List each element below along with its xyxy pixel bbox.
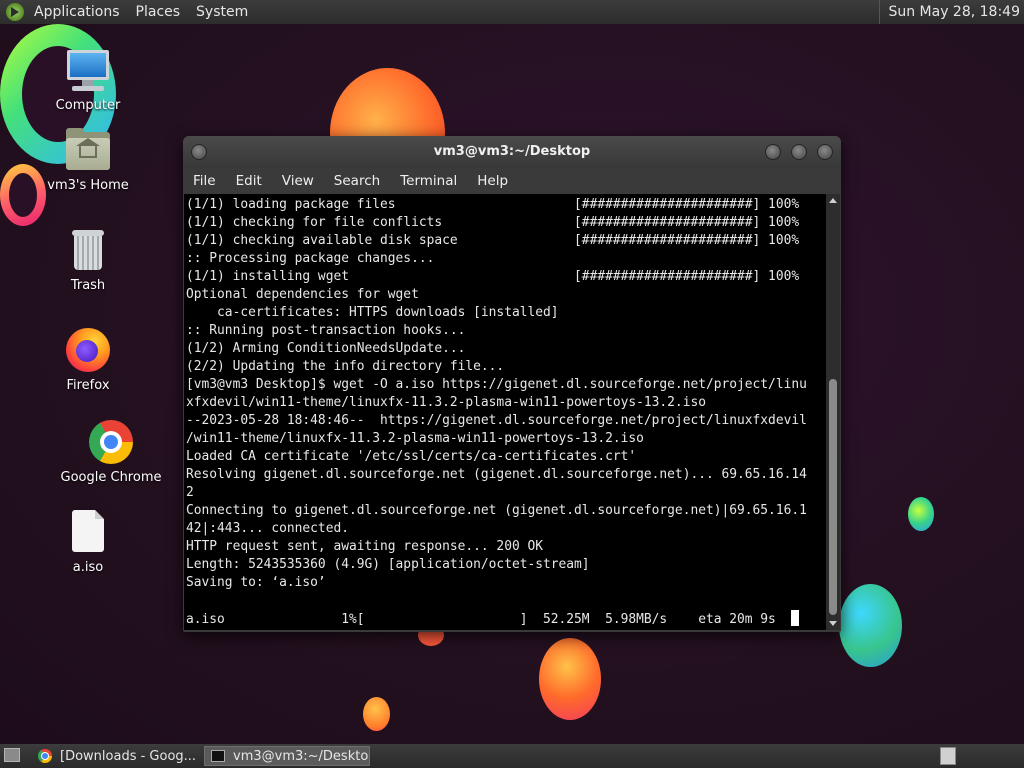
chrome-icon [87, 418, 135, 466]
window-titlebar[interactable]: vm3@vm3:~/Desktop [183, 136, 841, 168]
menu-terminal[interactable]: Terminal [390, 168, 467, 194]
scroll-down-icon[interactable] [829, 621, 837, 626]
taskbar-item-terminal[interactable]: vm3@vm3:~/Desktop [204, 746, 370, 766]
maximize-button[interactable] [791, 144, 807, 160]
computer-icon [64, 46, 112, 94]
terminal-output[interactable]: (1/1) loading package files [###########… [184, 194, 826, 630]
desktop-icon-label: Google Chrome [60, 470, 162, 485]
terminal-line: (1/2) Arming ConditionNeedsUpdate... [186, 341, 466, 356]
desktop-icon-label: Firefox [66, 378, 110, 393]
desktop-icon-label: a.iso [72, 560, 104, 575]
minimize-button[interactable] [765, 144, 781, 160]
decorative-blue-orb [839, 584, 902, 667]
desktop-icon-label: Trash [70, 278, 106, 293]
terminal-line: :: Running post-transaction hooks... [186, 323, 466, 338]
workspace-switcher[interactable] [940, 747, 956, 765]
terminal-line: 2 [186, 485, 194, 500]
firefox-icon [64, 326, 112, 374]
menu-search[interactable]: Search [324, 168, 390, 194]
terminal-text: (1/1) loading package files [###########… [184, 194, 826, 629]
desktop-icon-trash[interactable]: Trash [28, 226, 148, 293]
terminal-line: 42|:443... connected. [186, 521, 349, 536]
home-folder-icon [64, 126, 112, 174]
terminal-line: (2/2) Updating the info directory file..… [186, 359, 505, 374]
menu-edit[interactable]: Edit [226, 168, 272, 194]
taskbar-item-label: vm3@vm3:~/Desktop [233, 748, 370, 764]
decorative-small-blue-orb [908, 497, 934, 531]
menu-file[interactable]: File [183, 168, 226, 194]
terminal-line: (1/1) loading package files [###########… [186, 197, 800, 212]
desktop-icon-computer[interactable]: Computer [28, 46, 148, 113]
window-title: vm3@vm3:~/Desktop [433, 144, 591, 159]
terminal-line: Resolving gigenet.dl.sourceforge.net (gi… [186, 467, 807, 482]
desktop-icon-iso-file[interactable]: a.iso [28, 508, 148, 575]
terminal-line: xfxdevil/win11-theme/linuxfx-11.3.2-plas… [186, 395, 706, 410]
taskbar-item-chrome[interactable]: [Downloads - Goog... [32, 746, 202, 766]
desktop-icon-firefox[interactable]: Firefox [28, 326, 148, 393]
terminal-line: Saving to: ‘a.iso’ [186, 575, 326, 590]
terminal-scrollbar[interactable] [826, 194, 840, 630]
terminal-cursor [791, 610, 800, 626]
scrollbar-thumb[interactable] [829, 379, 837, 615]
bottom-panel: [Downloads - Goog... vm3@vm3:~/Desktop [0, 744, 1024, 768]
taskbar-item-label: [Downloads - Goog... [60, 748, 197, 764]
decorative-orange-orb-bottom [539, 638, 601, 720]
terminal-window[interactable]: vm3@vm3:~/Desktop File Edit View Search … [183, 136, 841, 632]
terminal-line: :: Processing package changes... [186, 251, 435, 266]
menu-help[interactable]: Help [467, 168, 518, 194]
terminal-line: ca-certificates: HTTPS downloads [instal… [186, 305, 559, 320]
desktop-icon-label: vm3's Home [47, 178, 129, 193]
clock[interactable]: Sun May 28, 18:49 [879, 0, 1024, 24]
scroll-up-icon[interactable] [829, 198, 837, 203]
terminal-line: (1/1) installing wget [#################… [186, 269, 800, 284]
terminal-line: (1/1) checking available disk space [###… [186, 233, 800, 248]
terminal-line: Loaded CA certificate '/etc/ssl/certs/ca… [186, 449, 637, 464]
menu-places[interactable]: Places [128, 0, 189, 24]
desktop-icon-google-chrome[interactable]: Google Chrome [51, 418, 171, 485]
terminal-line: /win11-theme/linuxfx-11.3.2-plasma-win11… [186, 431, 644, 446]
desktop-icon-home[interactable]: vm3's Home [28, 126, 148, 193]
terminal-line: a.iso 1%[ ] 52.25M 5.98MB/s eta 20m 9s [186, 612, 792, 627]
trash-icon [64, 226, 112, 274]
terminal-line: Optional dependencies for wget [186, 287, 419, 302]
decorative-small-orb [363, 697, 390, 731]
show-desktop-icon[interactable] [4, 748, 20, 762]
terminal-icon [211, 750, 225, 762]
terminal-menubar: File Edit View Search Terminal Help [183, 168, 841, 194]
desktop-icon-label: Computer [55, 98, 121, 113]
mate-logo-icon[interactable] [6, 3, 24, 21]
terminal-line: Connecting to gigenet.dl.sourceforge.net… [186, 503, 807, 518]
file-icon [64, 508, 112, 556]
terminal-line: --2023-05-28 18:48:46-- https://gigenet.… [186, 413, 807, 428]
terminal-line: HTTP request sent, awaiting response... … [186, 539, 543, 554]
chrome-icon [38, 749, 52, 763]
terminal-line: Length: 5243535360 (4.9G) [application/o… [186, 557, 590, 572]
close-button[interactable] [817, 144, 833, 160]
menu-applications[interactable]: Applications [26, 0, 128, 24]
menu-view[interactable]: View [272, 168, 324, 194]
menu-system[interactable]: System [188, 0, 256, 24]
terminal-line: [vm3@vm3 Desktop]$ wget -O a.iso https:/… [186, 377, 807, 392]
top-panel: Applications Places System Sun May 28, 1… [0, 0, 1024, 24]
terminal-line: (1/1) checking for file conflicts [#####… [186, 215, 800, 230]
